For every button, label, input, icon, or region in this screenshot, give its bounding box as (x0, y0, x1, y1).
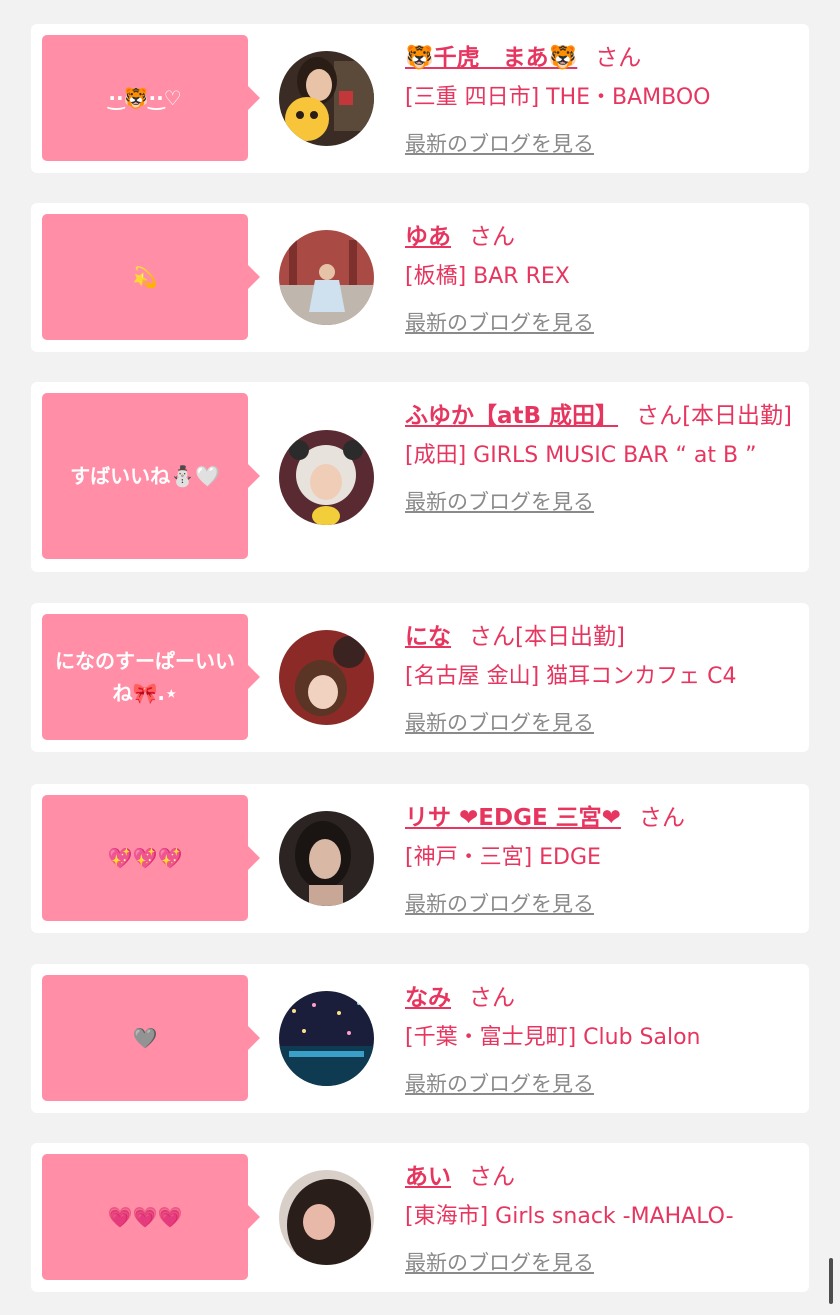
list-item: ·͜·🐯·͜·♡ 🐯千虎 まあ🐯 さん [三重 四日市] THE・BAMBOO 最… (31, 24, 809, 173)
avatar[interactable] (279, 230, 374, 325)
shop-label: [名古屋 金山] 猫耳コンカフェ C4 (405, 664, 737, 689)
avatar[interactable] (279, 811, 374, 906)
latest-blog-link[interactable]: 最新のブログを見る (405, 486, 594, 516)
honorific: さん (469, 985, 515, 1011)
latest-blog-link[interactable]: 最新のブログを見る (405, 307, 594, 337)
honorific: さん (595, 45, 642, 71)
cast-name-link[interactable]: にな (405, 624, 451, 650)
honorific: さん (636, 403, 683, 429)
comment-bubble: 💫 (42, 214, 260, 340)
shop-label: [千葉・富士見町] Club Salon (405, 1025, 701, 1050)
shop-label: [成田] GIRLS MUSIC BAR “ at B ” (405, 443, 757, 468)
latest-blog-link[interactable]: 最新のブログを見る (405, 1247, 594, 1277)
scrollbar[interactable] (829, 1258, 833, 1304)
list-item: 💫 ゆあ さん [板橋] BAR REX 最新のブログを見る (31, 203, 809, 352)
cast-name-link[interactable]: 🐯千虎 まあ🐯 (405, 45, 577, 71)
cast-name-link[interactable]: ふゆか【atB 成田】 (405, 403, 618, 429)
latest-blog-link[interactable]: 最新のブログを見る (405, 707, 594, 737)
latest-blog-link[interactable]: 最新のブログを見る (405, 1068, 594, 1098)
avatar[interactable] (279, 430, 374, 525)
shop-label: [東海市] Girls snack -MAHALO- (405, 1204, 734, 1229)
comment-bubble: すばいいね⛄️🤍 (42, 393, 260, 559)
comment-bubble: 🩶 (42, 975, 260, 1101)
list-item: すばいいね⛄️🤍 ふゆか【atB 成田】 さん[本日出勤] [成田] GIRLS … (31, 382, 809, 572)
shop-label: [神戸・三宮] EDGE (405, 845, 601, 870)
comment-bubble: 💗💗💗 (42, 1154, 260, 1280)
list-item: になのすーぱーいいね🎀.⋆ にな さん[本日出勤] [名古屋 金山] 猫耳コンカフ… (31, 603, 809, 752)
latest-blog-link[interactable]: 最新のブログを見る (405, 128, 594, 158)
avatar[interactable] (279, 630, 374, 725)
honorific: さん (469, 624, 515, 650)
blog-like-list: ·͜·🐯·͜·♡ 🐯千虎 まあ🐯 さん [三重 四日市] THE・BAMBOO 最… (0, 0, 840, 1315)
comment-bubble: になのすーぱーいいね🎀.⋆ (42, 614, 260, 740)
cast-name-link[interactable]: リサ ❤EDGE 三宮❤ (405, 805, 621, 831)
honorific: さん (638, 805, 685, 831)
list-item: 💗💗💗 あい さん [東海市] Girls snack -MAHALO- 最新のブ… (31, 1143, 809, 1292)
cast-name-link[interactable]: ゆあ (405, 224, 451, 250)
honorific: さん (469, 1164, 515, 1190)
latest-blog-link[interactable]: 最新のブログを見る (405, 888, 594, 918)
cast-name-link[interactable]: あい (405, 1164, 451, 1190)
comment-bubble: 💖💖💖 (42, 795, 260, 921)
comment-bubble: ·͜·🐯·͜·♡ (42, 35, 260, 161)
avatar[interactable] (279, 1170, 374, 1265)
shop-label: [板橋] BAR REX (405, 264, 570, 289)
list-item: 🩶 なみ さん [千葉・富士見町] Club Salon 最新のブログを見る (31, 964, 809, 1113)
cast-name-link[interactable]: なみ (405, 985, 451, 1011)
avatar[interactable] (279, 51, 374, 146)
status-label: [本日出勤] (515, 624, 625, 650)
list-item: 💖💖💖 リサ ❤EDGE 三宮❤ さん [神戸・三宮] EDGE 最新のブログを見… (31, 784, 809, 933)
honorific: さん (469, 224, 515, 250)
status-label: [本日出勤] (682, 403, 793, 429)
avatar[interactable] (279, 991, 374, 1086)
shop-label: [三重 四日市] THE・BAMBOO (405, 85, 711, 110)
